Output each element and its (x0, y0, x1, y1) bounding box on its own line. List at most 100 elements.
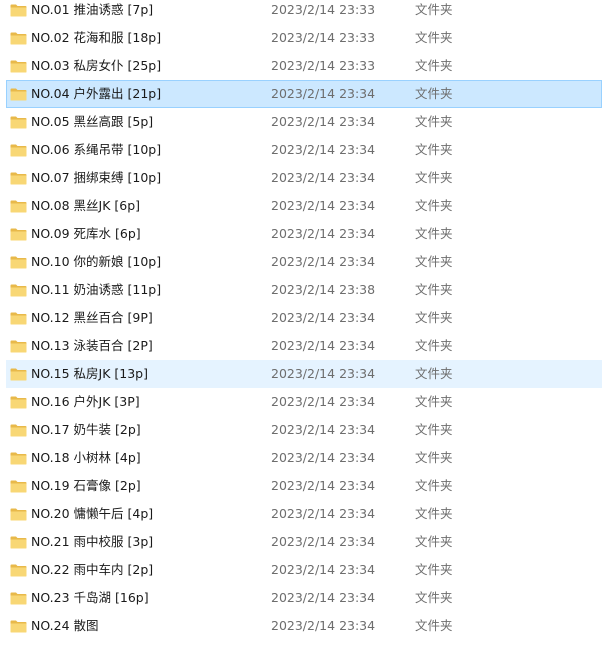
modified-date: 2023/2/14 23:34 (271, 618, 376, 633)
file-name: NO.09 死库水 [6p] (31, 226, 141, 241)
modified-date: 2023/2/14 23:33 (271, 58, 376, 73)
modified-date: 2023/2/14 23:33 (271, 2, 376, 17)
list-item[interactable]: NO.08 黑丝JK [6p] 2023/2/14 23:34 文件夹 (6, 192, 602, 220)
file-type: 文件夹 (415, 562, 453, 577)
modified-date: 2023/2/14 23:34 (271, 226, 376, 241)
file-name: NO.01 推油诱惑 [7p] (31, 2, 154, 17)
file-type: 文件夹 (415, 226, 453, 241)
list-item[interactable]: NO.15 私房JK [13p] 2023/2/14 23:34 文件夹 (6, 360, 602, 388)
modified-date: 2023/2/14 23:34 (271, 366, 376, 381)
list-item[interactable]: NO.01 推油诱惑 [7p] 2023/2/14 23:33 文件夹 (6, 0, 602, 24)
folder-icon (10, 32, 27, 45)
folder-icon (10, 116, 27, 129)
modified-date: 2023/2/14 23:34 (271, 86, 376, 101)
modified-date: 2023/2/14 23:34 (271, 114, 376, 129)
list-item[interactable]: NO.07 捆绑束缚 [10p] 2023/2/14 23:34 文件夹 (6, 164, 602, 192)
list-item[interactable]: NO.20 慵懒午后 [4p] 2023/2/14 23:34 文件夹 (6, 500, 602, 528)
list-item[interactable]: NO.18 小树林 [4p] 2023/2/14 23:34 文件夹 (6, 444, 602, 472)
file-type: 文件夹 (415, 618, 453, 633)
folder-icon (10, 480, 27, 493)
file-name: NO.11 奶油诱惑 [11p] (31, 282, 162, 297)
folder-icon (10, 368, 27, 381)
file-type: 文件夹 (415, 2, 453, 17)
folder-icon (10, 172, 27, 185)
modified-date: 2023/2/14 23:33 (271, 30, 376, 45)
file-name: NO.10 你的新娘 [10p] (31, 254, 162, 269)
folder-icon (10, 312, 27, 325)
file-name: NO.03 私房女仆 [25p] (31, 58, 162, 73)
list-item[interactable]: NO.04 户外露出 [21p] 2023/2/14 23:34 文件夹 (6, 80, 602, 108)
file-type: 文件夹 (415, 338, 453, 353)
modified-date: 2023/2/14 23:34 (271, 142, 376, 157)
list-item[interactable]: NO.11 奶油诱惑 [11p] 2023/2/14 23:38 文件夹 (6, 276, 602, 304)
folder-icon (10, 144, 27, 157)
modified-date: 2023/2/14 23:34 (271, 478, 376, 493)
file-type: 文件夹 (415, 198, 453, 213)
folder-icon (10, 620, 27, 633)
file-type: 文件夹 (415, 422, 453, 437)
file-type: 文件夹 (415, 366, 453, 381)
modified-date: 2023/2/14 23:34 (271, 422, 376, 437)
file-list: NO.01 推油诱惑 [7p] 2023/2/14 23:33 文件夹 NO.0… (0, 0, 602, 640)
file-name: NO.04 户外露出 [21p] (31, 86, 162, 101)
file-name: NO.18 小树林 [4p] (31, 450, 141, 465)
list-item[interactable]: NO.09 死库水 [6p] 2023/2/14 23:34 文件夹 (6, 220, 602, 248)
list-item[interactable]: NO.02 花海和服 [18p] 2023/2/14 23:33 文件夹 (6, 24, 602, 52)
file-name: NO.23 千岛湖 [16p] (31, 590, 149, 605)
file-type: 文件夹 (415, 282, 453, 297)
folder-icon (10, 4, 27, 17)
folder-icon (10, 60, 27, 73)
file-name: NO.19 石膏像 [2p] (31, 478, 141, 493)
list-item[interactable]: NO.16 户外JK [3P] 2023/2/14 23:34 文件夹 (6, 388, 602, 416)
list-item[interactable]: NO.21 雨中校服 [3p] 2023/2/14 23:34 文件夹 (6, 528, 602, 556)
modified-date: 2023/2/14 23:34 (271, 394, 376, 409)
file-name: NO.12 黑丝百合 [9P] (31, 310, 153, 325)
file-name: NO.17 奶牛装 [2p] (31, 422, 141, 437)
folder-icon (10, 396, 27, 409)
folder-icon (10, 564, 27, 577)
list-item[interactable]: NO.22 雨中车内 [2p] 2023/2/14 23:34 文件夹 (6, 556, 602, 584)
list-item[interactable]: NO.12 黑丝百合 [9P] 2023/2/14 23:34 文件夹 (6, 304, 602, 332)
file-name: NO.02 花海和服 [18p] (31, 30, 162, 45)
file-type: 文件夹 (415, 86, 453, 101)
folder-icon (10, 284, 27, 297)
modified-date: 2023/2/14 23:34 (271, 198, 376, 213)
file-name: NO.24 散图 (31, 618, 99, 633)
file-type: 文件夹 (415, 534, 453, 549)
file-name: NO.06 系绳吊带 [10p] (31, 142, 162, 157)
file-type: 文件夹 (415, 114, 453, 129)
modified-date: 2023/2/14 23:34 (271, 590, 376, 605)
list-item[interactable]: NO.17 奶牛装 [2p] 2023/2/14 23:34 文件夹 (6, 416, 602, 444)
folder-icon (10, 256, 27, 269)
file-name: NO.08 黑丝JK [6p] (31, 198, 141, 213)
list-item[interactable]: NO.05 黑丝高跟 [5p] 2023/2/14 23:34 文件夹 (6, 108, 602, 136)
list-item[interactable]: NO.23 千岛湖 [16p] 2023/2/14 23:34 文件夹 (6, 584, 602, 612)
folder-icon (10, 592, 27, 605)
list-item[interactable]: NO.13 泳装百合 [2P] 2023/2/14 23:34 文件夹 (6, 332, 602, 360)
file-type: 文件夹 (415, 478, 453, 493)
folder-icon (10, 508, 27, 521)
folder-icon (10, 228, 27, 241)
modified-date: 2023/2/14 23:34 (271, 562, 376, 577)
list-item[interactable]: NO.24 散图 2023/2/14 23:34 文件夹 (6, 612, 602, 640)
list-item[interactable]: NO.10 你的新娘 [10p] 2023/2/14 23:34 文件夹 (6, 248, 602, 276)
file-type: 文件夹 (415, 142, 453, 157)
file-type: 文件夹 (415, 310, 453, 325)
folder-icon (10, 536, 27, 549)
folder-icon (10, 452, 27, 465)
modified-date: 2023/2/14 23:34 (271, 310, 376, 325)
modified-date: 2023/2/14 23:34 (271, 170, 376, 185)
file-type: 文件夹 (415, 506, 453, 521)
modified-date: 2023/2/14 23:38 (271, 282, 376, 297)
list-item[interactable]: NO.06 系绳吊带 [10p] 2023/2/14 23:34 文件夹 (6, 136, 602, 164)
file-type: 文件夹 (415, 590, 453, 605)
modified-date: 2023/2/14 23:34 (271, 534, 376, 549)
file-type: 文件夹 (415, 170, 453, 185)
folder-icon (10, 424, 27, 437)
list-item[interactable]: NO.03 私房女仆 [25p] 2023/2/14 23:33 文件夹 (6, 52, 602, 80)
file-type: 文件夹 (415, 394, 453, 409)
file-name: NO.13 泳装百合 [2P] (31, 338, 153, 353)
list-item[interactable]: NO.19 石膏像 [2p] 2023/2/14 23:34 文件夹 (6, 472, 602, 500)
file-name: NO.16 户外JK [3P] (31, 394, 140, 409)
file-name: NO.20 慵懒午后 [4p] (31, 506, 154, 521)
